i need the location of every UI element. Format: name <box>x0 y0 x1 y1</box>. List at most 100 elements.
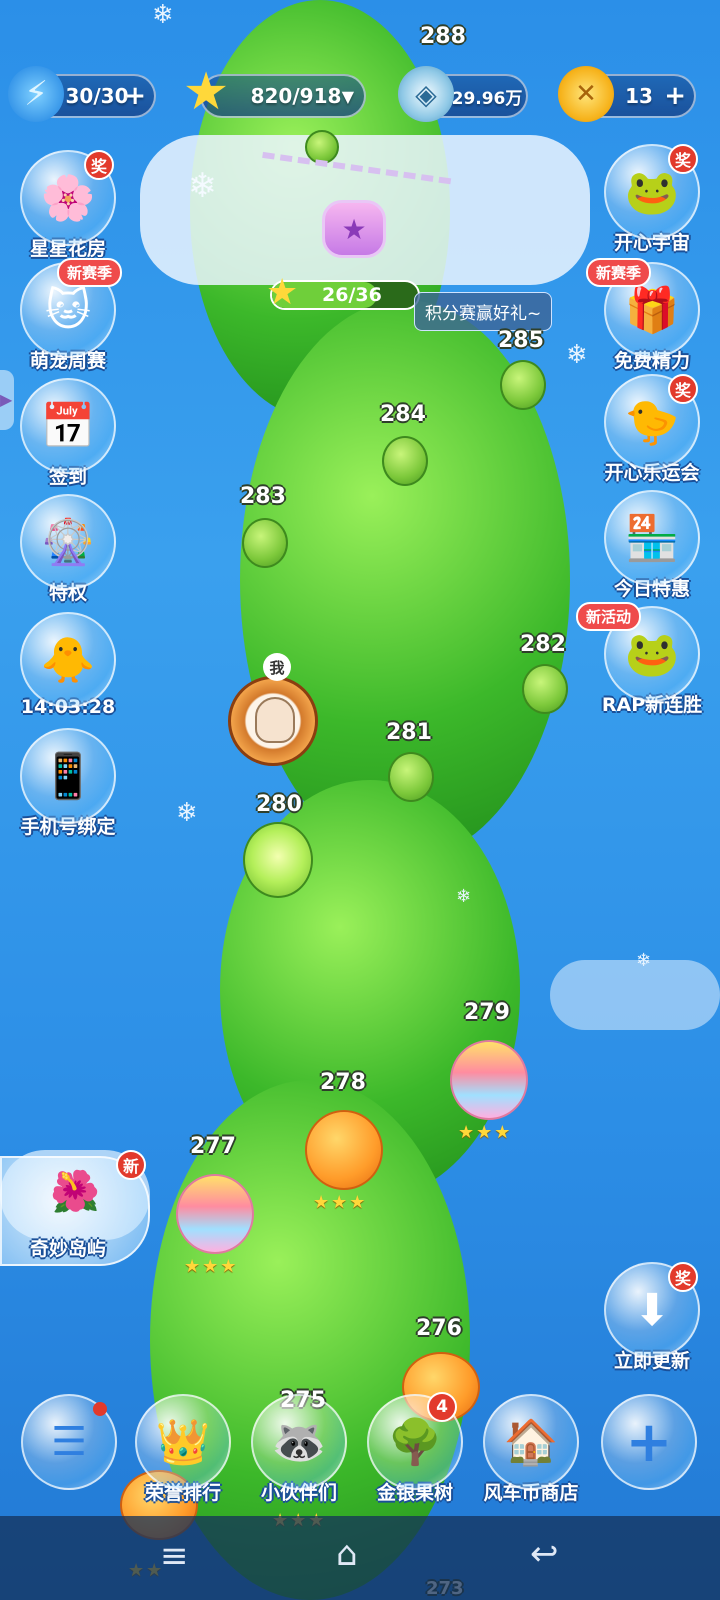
reward-badge: 奖 <box>84 150 114 180</box>
crown-icon: 👑 <box>135 1394 231 1490</box>
island-button[interactable]: 🌺 奇妙岛屿 新 <box>0 1150 150 1266</box>
gift-icon: 🎁 新赛季 <box>586 258 700 358</box>
chick-discount-icon: 🐥 <box>20 612 116 708</box>
level-number: 277 <box>190 1134 236 1159</box>
level-number: 283 <box>240 484 286 509</box>
home-icon[interactable]: ⌂ <box>336 1534 358 1574</box>
menu-free-energy[interactable]: 🎁 新赛季 免费精力 <box>586 258 712 373</box>
menu-discount-timer[interactable]: 🐥 14:03:28 <box>8 612 128 718</box>
snowflake-icon: ❄ <box>152 0 174 30</box>
level-number: 288 <box>420 24 466 49</box>
expand-button[interactable]: + <box>590 1394 708 1490</box>
new-badge: 新 <box>116 1150 146 1180</box>
island-label: 奇妙岛屿 <box>30 1238 107 1260</box>
menu-phone-bind[interactable]: 📱 手机号绑定 <box>8 728 128 839</box>
menu-happy-universe[interactable]: 🐸 奖 开心宇宙 <box>592 144 712 255</box>
coin-value: 13 <box>625 84 653 108</box>
menu-checkin[interactable]: 📅 签到 <box>8 378 128 489</box>
level-number: 280 <box>256 792 302 817</box>
level-number: 282 <box>520 632 566 657</box>
cat-icon: 🐱 新赛季 <box>20 258 122 358</box>
flower-house-icon: 🌸 奖 <box>20 150 116 246</box>
lock-icon: ★ <box>322 200 386 258</box>
cloud <box>550 960 720 1030</box>
chick-games-icon: 🐤 奖 <box>604 374 700 470</box>
level-number: 285 <box>498 328 544 353</box>
tooltip-text: 积分赛赢好礼~ <box>425 304 542 324</box>
level-stars: ★★★ <box>184 1256 239 1277</box>
level-node[interactable] <box>450 1040 528 1120</box>
count-badge: 4 <box>427 1392 457 1422</box>
menu-daily-deal[interactable]: 🏪 今日特惠 <box>592 490 712 601</box>
reward-badge: 奖 <box>668 144 698 174</box>
money-tree-button[interactable]: 🌳 4 金银果树 <box>356 1392 474 1505</box>
level-node[interactable] <box>305 1110 383 1190</box>
store-icon: 🏠 <box>483 1394 579 1490</box>
reward-badge: 奖 <box>668 1262 698 1292</box>
tree-icon: 🌳 4 <box>367 1392 463 1490</box>
plus-icon: + <box>601 1394 697 1490</box>
menu-pet-weekly[interactable]: 🐱 新赛季 萌宠周赛 <box>8 258 128 373</box>
notification-dot <box>93 1402 107 1416</box>
level-number: 284 <box>380 402 426 427</box>
wheel-icon: 🎡 <box>20 494 116 590</box>
avatar-face <box>255 697 295 743</box>
star-icon: ★ <box>182 62 230 122</box>
lightning-icon: ⚡ <box>8 66 64 122</box>
windmill-shop-button[interactable]: 🏠 风车币商店 <box>472 1394 590 1505</box>
diamond-value: 29.96万 <box>451 88 523 109</box>
island-flower-icon: 🌺 <box>50 1169 100 1215</box>
main-menu-button[interactable]: ☰ <box>10 1394 128 1490</box>
phone-icon: 📱 <box>20 728 116 824</box>
frog-icon: 🐸 奖 <box>604 144 700 240</box>
system-navbar: ≡ ⌂ ↩ <box>0 1516 720 1600</box>
honor-ranking-button[interactable]: 👑 荣誉排行 <box>124 1394 242 1505</box>
level-node[interactable] <box>242 518 288 568</box>
star-icon: ★ <box>266 272 299 313</box>
recent-apps-icon[interactable]: ≡ <box>160 1536 189 1576</box>
level-stars: ★★★ <box>458 1122 513 1143</box>
menu-flower-house[interactable]: 🌸 奖 星星花房 <box>8 150 128 261</box>
energy-value: 30/30 <box>65 84 129 108</box>
level-number: 279 <box>464 1000 510 1025</box>
list-menu-icon: ☰ <box>21 1394 117 1490</box>
level-node[interactable] <box>388 752 434 802</box>
star-dropdown-icon[interactable]: ▼ <box>342 87 354 106</box>
level-node[interactable] <box>382 436 428 486</box>
star-value: 820/918 <box>250 84 342 108</box>
friends-button[interactable]: 🦝 小伙伴们 <box>240 1394 358 1505</box>
level-number: 276 <box>416 1316 462 1341</box>
level-node[interactable] <box>522 664 568 714</box>
calendar-icon: 📅 <box>20 378 116 474</box>
game-map: 288 ★ 26/36 ★ 积分赛赢好礼~ 285 284 283 282 28… <box>0 0 720 1600</box>
coin-icon: ✕ <box>558 66 614 122</box>
menu-privilege[interactable]: 🎡 特权 <box>8 494 128 605</box>
tooltip: 积分赛赢好礼~ <box>414 292 553 331</box>
update-icon: ⬇ 奖 <box>604 1262 700 1358</box>
player-tag-text: 我 <box>269 658 285 677</box>
menu-rap-streak[interactable]: 🐸 新活动 RAP新连胜 <box>576 602 712 717</box>
menu-update-now[interactable]: ⬇ 奖 立即更新 <box>592 1262 712 1373</box>
snowflake-icon: ❄ <box>188 166 217 206</box>
menu-happy-games[interactable]: 🐤 奖 开心乐运会 <box>592 374 712 485</box>
back-icon[interactable]: ↩ <box>530 1534 559 1574</box>
snowflake-icon: ❄ <box>176 798 198 828</box>
current-level-node[interactable] <box>243 822 313 898</box>
energy-add-button[interactable]: + <box>124 81 146 111</box>
level-stars: ★★★ <box>313 1192 368 1213</box>
level-number: 281 <box>386 720 432 745</box>
snowflake-icon: ❄ <box>566 340 588 370</box>
player-avatar[interactable] <box>228 676 318 766</box>
diamond-icon: ◈ <box>398 66 454 122</box>
season-badge: 新赛季 <box>56 258 122 287</box>
raccoon-friends-icon: 🦝 <box>251 1394 347 1490</box>
side-drawer-handle[interactable]: ▶ <box>0 370 14 430</box>
coin-add-button[interactable]: + <box>664 81 686 111</box>
shop-stall-icon: 🏪 <box>604 490 700 586</box>
activity-badge: 新活动 <box>576 602 642 631</box>
star-progress-text: 26/36 <box>322 284 382 306</box>
level-node[interactable] <box>176 1174 254 1254</box>
frog-rap-icon: 🐸 新活动 <box>576 602 700 702</box>
level-number: 278 <box>320 1070 366 1095</box>
level-node[interactable] <box>500 360 546 410</box>
